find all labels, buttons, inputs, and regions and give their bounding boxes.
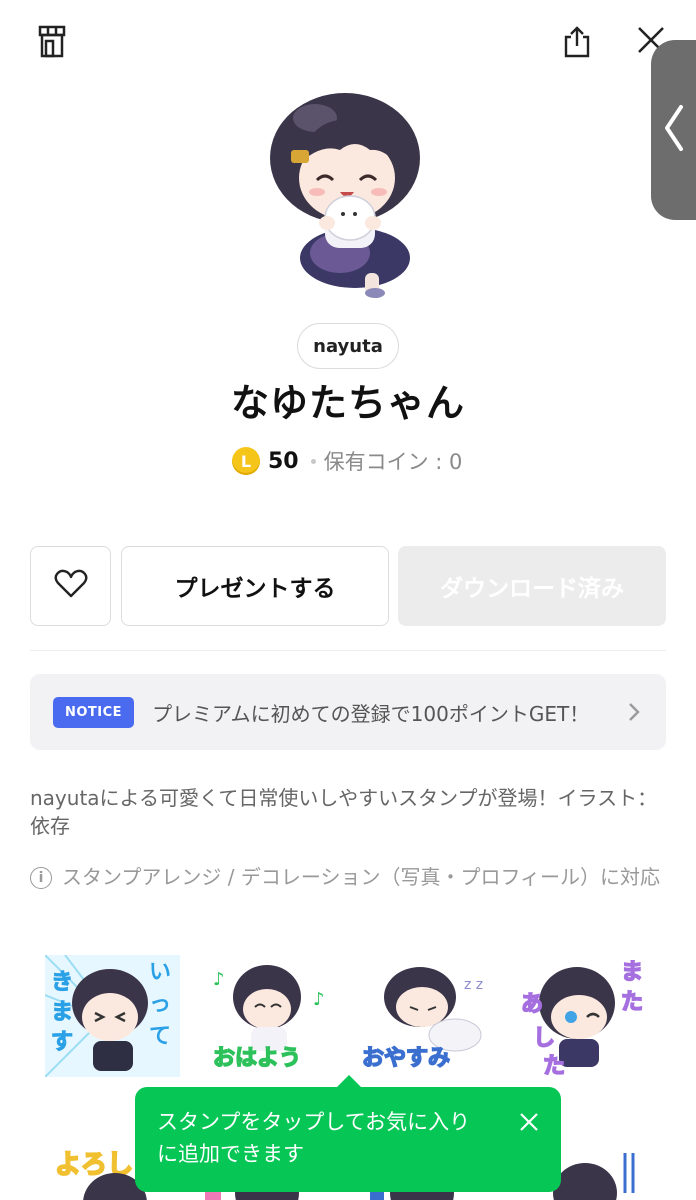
svg-text:おはよう: おはよう [213,1046,301,1071]
svg-text:あ: あ [521,992,543,1017]
svg-text:ま: ま [621,960,643,985]
author-chip[interactable]: nayuta [297,323,399,369]
divider [30,650,666,651]
svg-text:き: き [51,970,73,995]
sticker-item[interactable]: z z おやすみ [360,955,495,1077]
action-buttons: プレゼントする ダウンロード済み [30,546,666,626]
svg-text:す: す [51,1030,73,1055]
side-panel-handle[interactable] [651,40,696,220]
notice-banner[interactable]: NOTICE プレミアムに初めての登録で100ポイントGET！ [30,674,666,750]
info-icon: i [30,867,52,889]
owned-coins: 保有コイン : 0 [323,450,463,474]
line-coin-icon: L [232,447,260,475]
separator-dot [310,458,316,464]
feature-info: i スタンプアレンジ / デコレーション（写真・プロフィール）に対応 [30,864,670,890]
heart-icon [54,569,88,603]
price-row: L 50 保有コイン : 0 [232,444,462,478]
sticker-item[interactable]: ♪ ♪ おはよう [205,955,340,1077]
favorite-button[interactable] [30,546,111,626]
author-name: nayuta [313,335,383,357]
svg-text:た: た [621,990,643,1015]
sticker-item[interactable]: き ま す い っ て [44,954,180,1078]
svg-text:♪: ♪ [313,989,325,1010]
sticker-title: なゆたちゃん [230,381,465,425]
top-bar [0,0,696,90]
svg-text:い: い [149,960,171,985]
tooltip-arrow [337,1075,361,1087]
svg-text:し: し [533,1026,555,1051]
notice-badge: NOTICE [53,696,135,728]
svg-text:おやすみ: おやすみ [362,1046,450,1071]
svg-text:z z: z z [464,977,483,993]
svg-text:♪: ♪ [213,969,225,990]
share-icon[interactable] [555,20,599,64]
gift-button[interactable]: プレゼントする [121,546,389,626]
sticker-main-image [255,88,435,303]
svg-text:て: て [149,1024,171,1049]
tooltip-text: スタンプをタップしてお気に入りに追加できます [157,1110,471,1166]
store-icon[interactable] [30,20,74,64]
chevron-right-icon [628,702,640,726]
price-value: 50 [268,448,299,474]
sticker-description: nayutaによる可愛くて日常使いしやすいスタンプが登場！イラスト：依存 [30,786,658,838]
favorite-tooltip: スタンプをタップしてお気に入りに追加できます [135,1075,561,1192]
svg-text:っ: っ [149,992,171,1017]
svg-text:た: た [543,1054,565,1077]
downloaded-button: ダウンロード済み [398,546,666,626]
close-icon[interactable] [519,1109,539,1141]
svg-text:ま: ま [51,1000,73,1025]
sticker-item[interactable]: あ し た ま た [515,955,650,1080]
notice-text: プレミアムに初めての登録で100ポイントGET！ [152,701,590,726]
chevron-left-icon [663,103,685,157]
feature-info-text: スタンプアレンジ / デコレーション（写真・プロフィール）に対応 [62,865,661,889]
